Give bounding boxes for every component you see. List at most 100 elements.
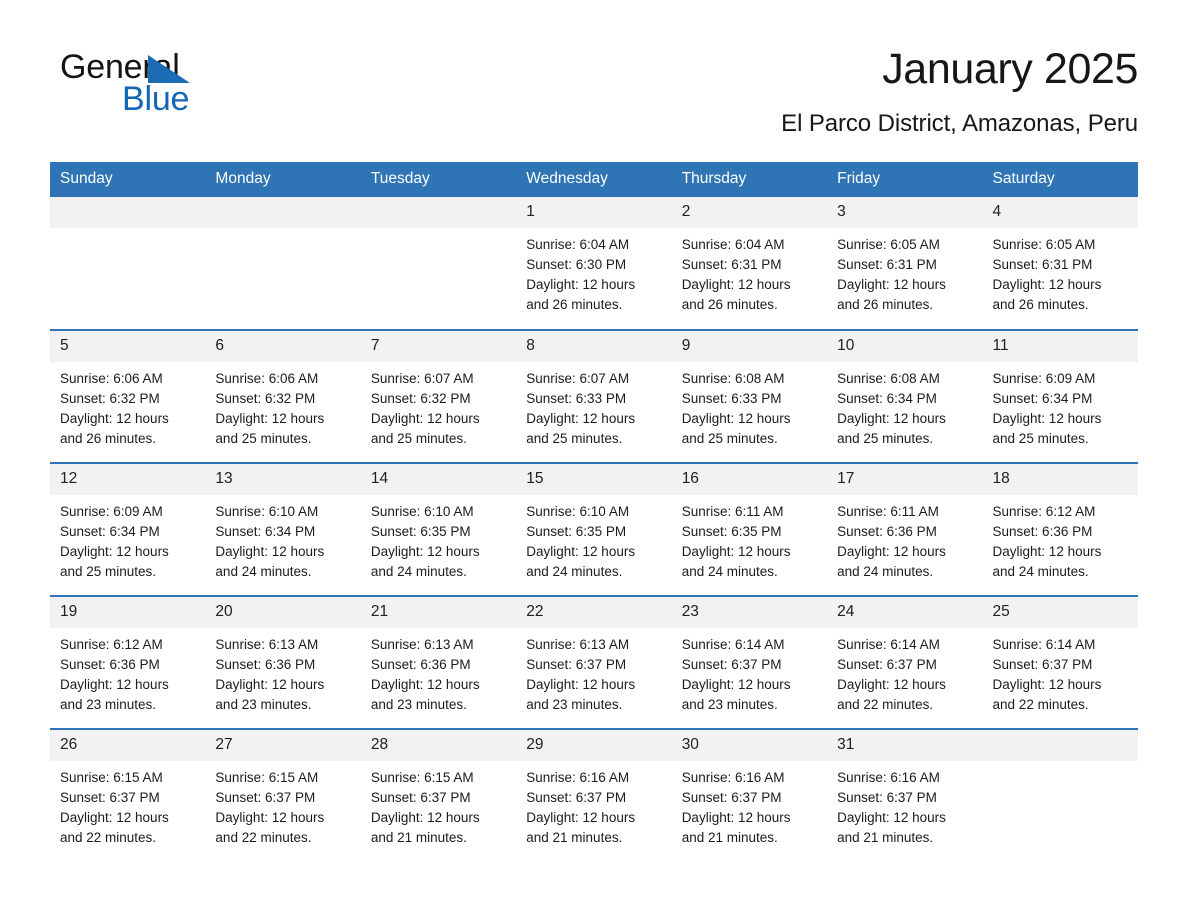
page-masthead: General Blue January 2025 El Parco Distr… <box>50 0 1138 140</box>
sunrise-time: Sunrise: 6:11 AM <box>837 504 939 519</box>
calendar-day-cell[interactable]: 27 Sunrise: 6:15 AM Sunset: 6:37 PM Dayligh… <box>205 728 361 862</box>
calendar-day-cell[interactable]: 3 Sunrise: 6:05 AM Sunset: 6:31 PM Daylight… <box>827 197 983 330</box>
calendar-day-cell[interactable]: 28 Sunrise: 6:15 AM Sunset: 6:37 PM Dayligh… <box>360 728 517 862</box>
daylight-duration-line2: and 25 minutes. <box>215 431 312 446</box>
daylight-duration-line2: and 25 minutes. <box>992 431 1089 446</box>
calendar-day-cell[interactable]: 13 Sunrise: 6:10 AM Sunset: 6:34 PM Dayligh… <box>205 462 361 596</box>
calendar-day-cell[interactable]: 1 Sunrise: 6:04 AM Sunset: 6:30 PM Daylight… <box>516 197 672 330</box>
day-sun-details: Sunrise: 6:06 AM Sunset: 6:32 PM Daylight:… <box>205 362 360 449</box>
daylight-duration-line2: and 24 minutes. <box>837 564 934 579</box>
calendar-day-cell-empty <box>982 728 1138 862</box>
calendar-day-cell[interactable]: 5 Sunrise: 6:06 AM Sunset: 6:32 PM Daylight… <box>50 329 206 463</box>
calendar-day-cell[interactable]: 18 Sunrise: 6:12 AM Sunset: 6:36 PM Dayligh… <box>982 462 1138 596</box>
calendar-day-cell[interactable]: 23 Sunrise: 6:14 AM Sunset: 6:37 PM Dayligh… <box>671 595 828 729</box>
day-cell-inner: 19 Sunrise: 6:12 AM Sunset: 6:36 PM Dayligh… <box>50 597 206 728</box>
sunset-time: Sunset: 6:33 PM <box>681 391 782 406</box>
sunrise-time: Sunrise: 6:06 AM <box>215 371 319 386</box>
calendar-day-cell[interactable]: 10 Sunrise: 6:08 AM Sunset: 6:34 PM Dayligh… <box>827 329 983 463</box>
calendar-week-row: 5 Sunrise: 6:06 AM Sunset: 6:32 PM Daylight… <box>50 329 1138 463</box>
day-cell-inner: 7 Sunrise: 6:07 AM Sunset: 6:32 PM Daylight… <box>360 331 517 462</box>
calendar-day-cell[interactable]: 17 Sunrise: 6:11 AM Sunset: 6:36 PM Dayligh… <box>827 462 983 596</box>
calendar-day-cell[interactable]: 31 Sunrise: 6:16 AM Sunset: 6:37 PM Dayligh… <box>827 728 983 862</box>
sunset-time: Sunset: 6:34 PM <box>992 391 1093 406</box>
month-calendar-table: Sunday Monday Tuesday Wednesday Thursday Frid… <box>50 162 1138 862</box>
day-cell-inner: 3 Sunrise: 6:05 AM Sunset: 6:31 PM Daylight… <box>827 197 983 329</box>
sunset-time: Sunset: 6:37 PM <box>992 657 1093 672</box>
calendar-day-cell[interactable]: 14 Sunrise: 6:10 AM Sunset: 6:35 PM Dayligh… <box>360 462 517 596</box>
day-number: 28 <box>360 730 517 761</box>
day-cell-inner: 1 Sunrise: 6:04 AM Sunset: 6:30 PM Daylight… <box>516 197 672 329</box>
day-cell-inner: 29 Sunrise: 6:16 AM Sunset: 6:37 PM Dayligh… <box>516 730 672 862</box>
sunrise-time: Sunrise: 6:13 AM <box>215 637 319 652</box>
daylight-duration-line1: Daylight: 12 hours <box>215 544 325 559</box>
calendar-body: 1 Sunrise: 6:04 AM Sunset: 6:30 PM Daylight… <box>50 197 1138 862</box>
calendar-day-cell[interactable]: 9 Sunrise: 6:08 AM Sunset: 6:33 PM Daylight… <box>671 329 828 463</box>
calendar-day-cell[interactable]: 15 Sunrise: 6:10 AM Sunset: 6:35 PM Dayligh… <box>516 462 672 596</box>
day-number: 30 <box>671 730 828 761</box>
daylight-duration-line1: Daylight: 12 hours <box>370 411 480 426</box>
calendar-day-cell[interactable]: 4 Sunrise: 6:05 AM Sunset: 6:31 PM Daylight… <box>982 197 1138 330</box>
sunset-time: Sunset: 6:32 PM <box>370 391 471 406</box>
calendar-day-cell[interactable]: 30 Sunrise: 6:16 AM Sunset: 6:37 PM Dayligh… <box>671 728 828 862</box>
calendar-day-cell[interactable]: 12 Sunrise: 6:09 AM Sunset: 6:34 PM Dayligh… <box>50 462 206 596</box>
sunset-time: Sunset: 6:34 PM <box>60 524 160 539</box>
calendar-day-cell[interactable]: 19 Sunrise: 6:12 AM Sunset: 6:36 PM Dayligh… <box>50 595 206 729</box>
calendar-day-cell[interactable]: 22 Sunrise: 6:13 AM Sunset: 6:37 PM Dayligh… <box>516 595 672 729</box>
daylight-duration-line1: Daylight: 12 hours <box>837 544 946 559</box>
calendar-day-cell[interactable]: 11 Sunrise: 6:09 AM Sunset: 6:34 PM Dayligh… <box>982 329 1138 463</box>
daylight-duration-line2: and 21 minutes. <box>837 830 934 845</box>
daylight-duration-line1: Daylight: 12 hours <box>837 411 946 426</box>
sunrise-time: Sunrise: 6:13 AM <box>370 637 474 652</box>
calendar-day-cell[interactable]: 6 Sunrise: 6:06 AM Sunset: 6:32 PM Daylight… <box>205 329 361 463</box>
day-number <box>50 197 206 228</box>
sunset-time: Sunset: 6:35 PM <box>370 524 471 539</box>
daylight-duration-line2: and 24 minutes. <box>526 564 623 579</box>
day-number: 11 <box>982 331 1138 362</box>
daylight-duration-line1: Daylight: 12 hours <box>215 677 325 692</box>
calendar-header-row: Sunday Monday Tuesday Wednesday Thursday Frid… <box>50 162 1138 197</box>
sunrise-time: Sunrise: 6:09 AM <box>60 504 163 519</box>
day-cell-inner: 28 Sunrise: 6:15 AM Sunset: 6:37 PM Dayligh… <box>360 730 517 862</box>
calendar-day-cell-empty <box>50 197 206 330</box>
sunrise-time: Sunrise: 6:04 AM <box>526 237 630 252</box>
daylight-duration-line2: and 24 minutes. <box>681 564 778 579</box>
day-number: 6 <box>205 331 361 362</box>
daylight-duration-line1: Daylight: 12 hours <box>837 677 946 692</box>
day-cell-inner: 27 Sunrise: 6:15 AM Sunset: 6:37 PM Dayligh… <box>205 730 361 862</box>
calendar-day-cell[interactable]: 8 Sunrise: 6:07 AM Sunset: 6:33 PM Daylight… <box>516 329 672 463</box>
calendar-day-cell[interactable]: 29 Sunrise: 6:16 AM Sunset: 6:37 PM Dayligh… <box>516 728 672 862</box>
day-cell-inner: 2 Sunrise: 6:04 AM Sunset: 6:31 PM Daylight… <box>671 197 828 329</box>
calendar-day-cell[interactable]: 25 Sunrise: 6:14 AM Sunset: 6:37 PM Dayligh… <box>982 595 1138 729</box>
weekday-header-tuesday: Tuesday <box>360 162 517 197</box>
calendar-day-cell[interactable]: 21 Sunrise: 6:13 AM Sunset: 6:36 PM Dayligh… <box>360 595 517 729</box>
daylight-duration-line2: and 25 minutes. <box>60 564 157 579</box>
calendar-day-cell[interactable]: 26 Sunrise: 6:15 AM Sunset: 6:37 PM Dayligh… <box>50 728 206 862</box>
calendar-day-cell[interactable]: 2 Sunrise: 6:04 AM Sunset: 6:31 PM Daylight… <box>671 197 828 330</box>
day-sun-details: Sunrise: 6:13 AM Sunset: 6:37 PM Daylight:… <box>516 628 671 715</box>
day-number: 8 <box>516 331 672 362</box>
day-cell-inner: 22 Sunrise: 6:13 AM Sunset: 6:37 PM Dayligh… <box>516 597 672 728</box>
day-number: 4 <box>982 197 1138 228</box>
day-sun-details: Sunrise: 6:10 AM Sunset: 6:35 PM Daylight:… <box>516 495 671 582</box>
calendar-day-cell[interactable]: 24 Sunrise: 6:14 AM Sunset: 6:37 PM Dayligh… <box>827 595 983 729</box>
daylight-duration-line1: Daylight: 12 hours <box>526 810 636 825</box>
day-sun-details: Sunrise: 6:05 AM Sunset: 6:31 PM Daylight:… <box>983 228 1138 315</box>
day-sun-details: Sunrise: 6:04 AM Sunset: 6:30 PM Daylight:… <box>516 228 671 315</box>
sunrise-time: Sunrise: 6:12 AM <box>992 504 1096 519</box>
calendar-week-row: 19 Sunrise: 6:12 AM Sunset: 6:36 PM Dayligh… <box>50 595 1138 729</box>
sunset-time: Sunset: 6:34 PM <box>837 391 937 406</box>
day-cell-inner: 13 Sunrise: 6:10 AM Sunset: 6:34 PM Dayligh… <box>205 464 361 595</box>
sunset-time: Sunset: 6:35 PM <box>526 524 627 539</box>
day-number <box>982 730 1138 761</box>
calendar-day-cell[interactable]: 20 Sunrise: 6:13 AM Sunset: 6:36 PM Dayligh… <box>205 595 361 729</box>
daylight-duration-line2: and 23 minutes. <box>370 697 467 712</box>
daylight-duration-line2: and 24 minutes. <box>215 564 312 579</box>
day-sun-details: Sunrise: 6:10 AM Sunset: 6:35 PM Daylight:… <box>361 495 516 582</box>
calendar-day-cell[interactable]: 7 Sunrise: 6:07 AM Sunset: 6:32 PM Daylight… <box>360 329 517 463</box>
general-blue-logo[interactable]: General Blue <box>50 42 250 120</box>
calendar-day-cell[interactable]: 16 Sunrise: 6:11 AM Sunset: 6:35 PM Dayligh… <box>671 462 828 596</box>
sunrise-time: Sunrise: 6:11 AM <box>681 504 784 519</box>
sunset-time: Sunset: 6:32 PM <box>215 391 316 406</box>
day-number: 15 <box>516 464 672 495</box>
daylight-duration-line2: and 23 minutes. <box>215 697 312 712</box>
